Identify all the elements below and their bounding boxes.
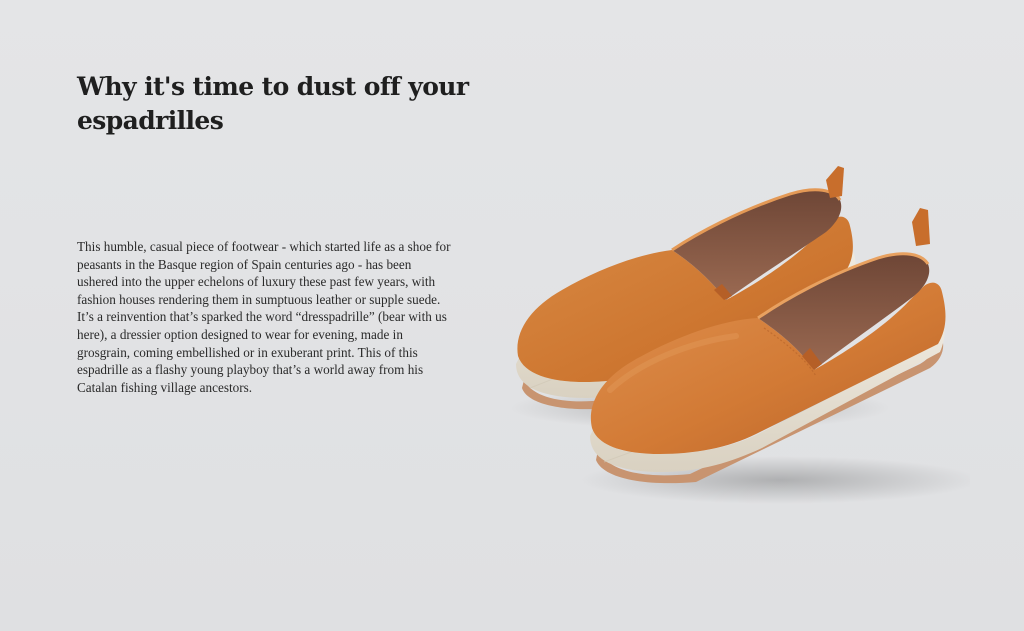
article-body: This humble, casual piece of footwear - … xyxy=(77,239,451,395)
article-headline: Why it's time to dust off your espadrill… xyxy=(77,72,469,135)
espadrilles-image xyxy=(510,166,970,504)
article-page: Why it's time to dust off your espadrill… xyxy=(0,0,1024,631)
